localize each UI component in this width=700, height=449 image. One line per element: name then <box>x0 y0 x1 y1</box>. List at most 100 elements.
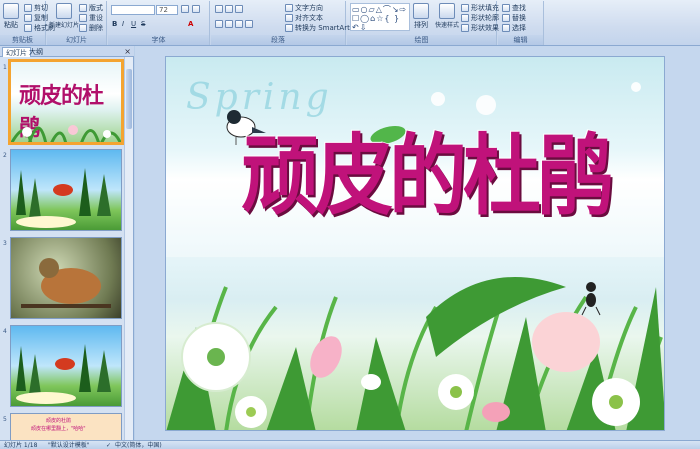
new-slide-label: 新建幻灯片 <box>49 22 80 29</box>
scissors-icon <box>24 4 32 12</box>
font-name-combo[interactable] <box>111 5 155 15</box>
paint-bucket-icon <box>461 4 469 12</box>
clipboard-group: 粘贴 剪切 复制 格式刷 剪贴板 <box>0 1 55 45</box>
slide-number: 1 <box>3 64 7 71</box>
copy-label: 复制 <box>34 14 48 22</box>
shape-fill-button[interactable]: 形状填充 <box>461 3 499 13</box>
quick-styles-button[interactable]: 快速样式 <box>435 3 459 29</box>
select-button[interactable]: 选择 <box>502 23 526 33</box>
text-direction-button[interactable]: 文字方向 <box>285 3 323 13</box>
align-left-icon <box>215 20 223 28</box>
forest-bird-illustration <box>16 168 111 228</box>
font-group: 72 B I U S A 字体 <box>108 1 210 45</box>
shape-outline-button[interactable]: 形状轮廓 <box>461 13 499 23</box>
grow-font-button[interactable] <box>181 5 189 13</box>
editing-group-label: 编辑 <box>498 35 543 45</box>
arrange-icon <box>413 3 429 19</box>
editing-group: 查找 替换 选择 编辑 <box>498 1 544 45</box>
slide-title[interactable]: 顽皮的杜鹃 <box>216 115 636 238</box>
justify-icon <box>245 20 253 28</box>
slide-thumbnail-1[interactable]: 顽皮的杜鹃 <box>8 59 124 145</box>
reset-button[interactable]: 重设 <box>79 13 103 23</box>
shrink-font-button[interactable] <box>192 5 200 13</box>
close-icon[interactable]: × <box>124 47 131 56</box>
arrange-label: 排列 <box>414 21 428 29</box>
copy-button[interactable]: 复制 <box>24 13 48 23</box>
font-group-label: 字体 <box>108 35 209 45</box>
replace-button[interactable]: 替换 <box>502 13 526 23</box>
new-slide-button[interactable]: 新建幻灯片 <box>49 3 79 29</box>
delete-label: 删除 <box>89 24 103 32</box>
align-buttons[interactable] <box>215 20 253 28</box>
quick-styles-label: 快速样式 <box>435 22 460 29</box>
brush-icon <box>24 24 32 32</box>
quick-styles-icon <box>439 3 455 19</box>
paste-button[interactable]: 粘贴 <box>3 3 19 30</box>
thumbnail-line: 顽皮的杜鹃 <box>46 418 72 424</box>
shape-fill-label: 形状填充 <box>471 4 499 12</box>
ribbon: 粘贴 剪切 复制 格式刷 剪贴板 新建幻灯片 版式 重设 删除 幻灯片 72 B… <box>0 0 700 46</box>
language: 中文(简体，中国) <box>115 442 162 449</box>
paste-icon <box>3 3 19 19</box>
panel-tabs: 幻灯片 大纲 × <box>0 46 134 57</box>
check-icon[interactable]: ✓ <box>106 441 111 449</box>
indent-icon <box>235 5 243 13</box>
status-bar: 幻灯片 1/18 "默认设计模板" ✓ 中文(简体，中国) <box>0 440 700 449</box>
shrink-font-icon <box>192 5 200 13</box>
delete-slide-button[interactable]: 删除 <box>79 23 103 33</box>
text-direction-label: 文字方向 <box>295 4 323 12</box>
bold-button[interactable]: B <box>112 20 117 28</box>
shape-outline-label: 形状轮廓 <box>471 14 499 22</box>
text-direction-icon <box>285 4 293 12</box>
spring-flowers-background <box>166 82 664 430</box>
slide-thumbnail-2[interactable] <box>10 149 122 231</box>
bullets-icon <box>215 5 223 13</box>
numbering-icon <box>225 5 233 13</box>
slide-number: 2 <box>3 152 7 159</box>
cut-label: 剪切 <box>34 4 48 12</box>
drawing-group-label: 绘图 <box>347 35 496 45</box>
pen-icon <box>461 14 469 22</box>
scrollbar-thumb[interactable] <box>126 69 132 129</box>
align-right-icon <box>235 20 243 28</box>
shapes-gallery[interactable]: ▭○▱△⌒↘⇨ ☐◯⌂☆{ }↶⇩ <box>350 3 410 31</box>
align-center-icon <box>225 20 233 28</box>
slide-number: 4 <box>3 328 7 335</box>
underline-button[interactable]: U <box>131 20 136 28</box>
tab-outline[interactable]: 大纲 <box>26 47 46 57</box>
find-label: 查找 <box>512 4 526 12</box>
cursor-icon <box>502 24 510 32</box>
flowers-illustration <box>11 125 121 142</box>
slide-canvas[interactable]: Spring 顽皮的杜鹃 <box>165 56 665 431</box>
slide-thumbnail-3[interactable] <box>10 237 122 319</box>
smartart-icon <box>285 24 293 32</box>
paragraph-group-label: 段落 <box>211 35 345 45</box>
font-size-combo[interactable]: 72 <box>156 5 178 15</box>
cut-button[interactable]: 剪切 <box>24 3 48 13</box>
italic-button[interactable]: I <box>122 20 124 28</box>
align-text-label: 对齐文本 <box>295 14 323 22</box>
layout-label: 版式 <box>89 4 103 12</box>
font-color-button[interactable]: A <box>188 20 193 28</box>
shape-effects-button[interactable]: 形状效果 <box>461 23 499 33</box>
slide-thumbnail-5[interactable]: 顽皮的杜鹃 顽皮在哪里翻上，"哈哈" <box>10 413 122 440</box>
strikethrough-button[interactable]: S <box>141 20 145 28</box>
layout-icon <box>79 4 87 12</box>
arrange-button[interactable]: 排列 <box>413 3 429 30</box>
slides-scrollbar[interactable] <box>124 57 133 440</box>
slide-thumbnail-4[interactable] <box>10 325 122 407</box>
align-text-button[interactable]: 对齐文本 <box>285 13 323 23</box>
find-button[interactable]: 查找 <box>502 3 526 13</box>
slides-panel: 幻灯片 大纲 × 1 顽皮的杜鹃 2 3 4 <box>0 46 134 440</box>
grow-font-icon <box>181 5 189 13</box>
smartart-button[interactable]: 转换为 SmartArt <box>285 23 350 33</box>
reset-label: 重设 <box>89 14 103 22</box>
paste-label: 粘贴 <box>4 21 18 29</box>
layout-button[interactable]: 版式 <box>79 3 103 13</box>
paragraph-group: 文字方向 对齐文本 转换为 SmartArt 段落 <box>211 1 350 45</box>
bullets-button[interactable] <box>215 5 243 13</box>
align-text-icon <box>285 14 293 22</box>
slide-count: 幻灯片 1/18 <box>4 442 38 449</box>
replace-label: 替换 <box>512 14 526 22</box>
copy-icon <box>24 14 32 22</box>
